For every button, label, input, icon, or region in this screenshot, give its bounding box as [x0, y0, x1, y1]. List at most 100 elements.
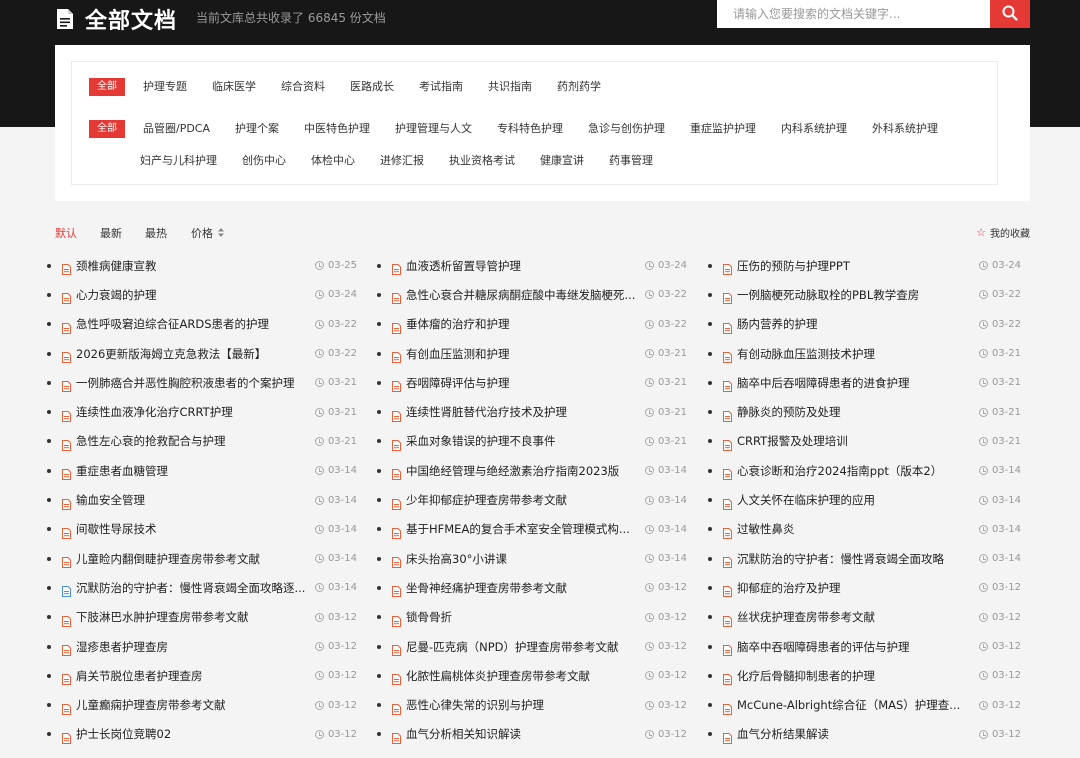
- document-list-item[interactable]: 压伤的预防与护理PPT 03-24: [708, 251, 1021, 280]
- category-tag[interactable]: 健康宣讲: [540, 152, 584, 170]
- document-title[interactable]: 床头抬高30°小讲课: [406, 551, 507, 567]
- document-list-item[interactable]: 锁骨骨折 03-12: [377, 603, 687, 632]
- document-title[interactable]: 丝状疣护理查房带参考文献: [737, 609, 875, 625]
- sort-latest[interactable]: 最新: [100, 225, 122, 241]
- sort-price[interactable]: 价格: [191, 225, 224, 241]
- document-title[interactable]: 急性左心衰的抢救配合与护理: [76, 433, 226, 449]
- document-title[interactable]: 湿疹患者护理查房: [76, 639, 168, 655]
- document-title[interactable]: 压伤的预防与护理PPT: [737, 258, 850, 274]
- document-title[interactable]: 血液透析留置导管护理: [406, 258, 521, 274]
- document-title[interactable]: 静脉炎的预防及处理: [737, 404, 841, 420]
- document-list-item[interactable]: 有创动脉血压监测技术护理 03-21: [708, 339, 1021, 368]
- document-list-item[interactable]: 儿童癫痫护理查房带参考文献 03-12: [47, 690, 357, 719]
- document-title[interactable]: 化疗后骨髓抑制患者的护理: [737, 668, 875, 684]
- document-title[interactable]: 急性呼吸窘迫综合征ARDS患者的护理: [76, 316, 269, 332]
- document-list-item[interactable]: 血液透析留置导管护理 03-24: [377, 251, 687, 280]
- my-favorites-link[interactable]: ☆ 我的收藏: [976, 225, 1030, 240]
- document-list-item[interactable]: 过敏性鼻炎 03-14: [708, 515, 1021, 544]
- document-title[interactable]: 基于HFMEA的复合手术室安全管理模式构...: [406, 521, 630, 537]
- document-list-item[interactable]: McCune-Albright综合征（MAS）护理查... 03-12: [708, 690, 1021, 719]
- document-title[interactable]: 间歇性导尿技术: [76, 521, 157, 537]
- document-title[interactable]: McCune-Albright综合征（MAS）护理查...: [737, 697, 960, 713]
- document-title[interactable]: 有创动脉血压监测技术护理: [737, 346, 875, 362]
- document-list-item[interactable]: 儿童睑内翻倒睫护理查房带参考文献 03-14: [47, 544, 357, 573]
- document-title[interactable]: 吞咽障碍评估与护理: [406, 375, 510, 391]
- document-title[interactable]: 沉默防治的守护者：慢性肾衰竭全面攻略: [737, 551, 944, 567]
- document-list-item[interactable]: 化疗后骨髓抑制患者的护理 03-12: [708, 661, 1021, 690]
- category-tag[interactable]: 考试指南: [419, 78, 463, 96]
- document-list-item[interactable]: 坐骨神经痛护理查房带参考文献 03-12: [377, 573, 687, 602]
- document-list-item[interactable]: 垂体瘤的治疗和护理 03-22: [377, 310, 687, 339]
- category-tag[interactable]: 共识指南: [488, 78, 532, 96]
- document-title[interactable]: 尼曼-匹克病（NPD）护理查房带参考文献: [406, 639, 619, 655]
- document-list-item[interactable]: 心力衰竭的护理 03-24: [47, 280, 357, 309]
- document-title[interactable]: 化脓性扁桃体炎护理查房带参考文献: [406, 668, 590, 684]
- document-title[interactable]: 一例脑梗死动脉取栓的PBL教学查房: [737, 287, 919, 303]
- sort-default[interactable]: 默认: [55, 225, 77, 241]
- search-input[interactable]: [717, 0, 990, 28]
- category-tag[interactable]: 专科特色护理: [497, 120, 563, 138]
- document-list-item[interactable]: 脑卒中后吞咽障碍患者的进食护理 03-21: [708, 368, 1021, 397]
- document-list-item[interactable]: 少年抑郁症护理查房带参考文献 03-14: [377, 485, 687, 514]
- document-list-item[interactable]: 连续性肾脏替代治疗技术及护理 03-21: [377, 397, 687, 426]
- document-title[interactable]: 采血对象错误的护理不良事件: [406, 433, 556, 449]
- document-title[interactable]: 锁骨骨折: [406, 609, 452, 625]
- document-list-item[interactable]: 丝状疣护理查房带参考文献 03-12: [708, 603, 1021, 632]
- document-list-item[interactable]: 2026更新版海姆立克急救法【最新】 03-22: [47, 339, 357, 368]
- document-title[interactable]: 人文关怀在临床护理的应用: [737, 492, 875, 508]
- category-tag[interactable]: 内科系统护理: [781, 120, 847, 138]
- document-list-item[interactable]: 急性心衰合并糖尿病酮症酸中毒继发脑梗死... 03-22: [377, 280, 687, 309]
- document-list-item[interactable]: 人文关怀在临床护理的应用 03-14: [708, 485, 1021, 514]
- secondary-all-tag[interactable]: 全部: [89, 120, 125, 138]
- document-list-item[interactable]: 沉默防治的守护者：慢性肾衰竭全面攻略 03-14: [708, 544, 1021, 573]
- document-title[interactable]: 心衰诊断和治疗2024指南ppt（版本2）: [737, 463, 942, 479]
- document-list-item[interactable]: 心衰诊断和治疗2024指南ppt（版本2） 03-14: [708, 456, 1021, 485]
- category-tag[interactable]: 临床医学: [212, 78, 256, 96]
- category-tag[interactable]: 综合资料: [281, 78, 325, 96]
- document-list-item[interactable]: 沉默防治的守护者：慢性肾衰竭全面攻略逐... 03-14: [47, 573, 357, 602]
- document-list-item[interactable]: 血气分析结果解读 03-12: [708, 720, 1021, 749]
- document-title[interactable]: 输血安全管理: [76, 492, 145, 508]
- document-list-item[interactable]: 连续性血液净化治疗CRRT护理 03-21: [47, 397, 357, 426]
- document-list-item[interactable]: 中国绝经管理与绝经激素治疗指南2023版 03-14: [377, 456, 687, 485]
- document-title[interactable]: 坐骨神经痛护理查房带参考文献: [406, 580, 567, 596]
- document-title[interactable]: 肠内营养的护理: [737, 316, 818, 332]
- document-title[interactable]: 血气分析结果解读: [737, 726, 829, 742]
- document-title[interactable]: CRRT报警及处理培训: [737, 433, 848, 449]
- category-tag[interactable]: 进修汇报: [380, 152, 424, 170]
- document-list-item[interactable]: 输血安全管理 03-14: [47, 485, 357, 514]
- document-title[interactable]: 过敏性鼻炎: [737, 521, 795, 537]
- document-list-item[interactable]: 基于HFMEA的复合手术室安全管理模式构... 03-14: [377, 515, 687, 544]
- category-tag[interactable]: 药剂药学: [557, 78, 601, 96]
- category-tag[interactable]: 护理个案: [235, 120, 279, 138]
- document-title[interactable]: 急性心衰合并糖尿病酮症酸中毒继发脑梗死...: [406, 287, 635, 303]
- document-list-item[interactable]: 颈椎病健康宣教 03-25: [47, 251, 357, 280]
- category-tag[interactable]: 护理专题: [143, 78, 187, 96]
- category-tag[interactable]: 药事管理: [609, 152, 653, 170]
- document-list-item[interactable]: 一例肺癌合并恶性胸腔积液患者的个案护理 03-21: [47, 368, 357, 397]
- document-list-item[interactable]: 重症患者血糖管理 03-14: [47, 456, 357, 485]
- category-tag[interactable]: 中医特色护理: [304, 120, 370, 138]
- category-tag[interactable]: 执业资格考试: [449, 152, 515, 170]
- document-title[interactable]: 脑卒中吞咽障碍患者的评估与护理: [737, 639, 910, 655]
- document-list-item[interactable]: CRRT报警及处理培训 03-21: [708, 427, 1021, 456]
- document-list-item[interactable]: 湿疹患者护理查房 03-12: [47, 632, 357, 661]
- document-title[interactable]: 抑郁症的治疗及护理: [737, 580, 841, 596]
- document-title[interactable]: 颈椎病健康宣教: [76, 258, 157, 274]
- document-title[interactable]: 沉默防治的守护者：慢性肾衰竭全面攻略逐...: [76, 580, 305, 596]
- document-title[interactable]: 一例肺癌合并恶性胸腔积液患者的个案护理: [76, 375, 295, 391]
- document-title[interactable]: 儿童睑内翻倒睫护理查房带参考文献: [76, 551, 260, 567]
- document-list-item[interactable]: 静脉炎的预防及处理 03-21: [708, 397, 1021, 426]
- document-list-item[interactable]: 抑郁症的治疗及护理 03-12: [708, 573, 1021, 602]
- primary-all-tag[interactable]: 全部: [89, 78, 125, 96]
- document-list-item[interactable]: 间歇性导尿技术 03-14: [47, 515, 357, 544]
- document-list-item[interactable]: 吞咽障碍评估与护理 03-21: [377, 368, 687, 397]
- document-list-item[interactable]: 肠内营养的护理 03-22: [708, 310, 1021, 339]
- document-list-item[interactable]: 有创血压监测和护理 03-21: [377, 339, 687, 368]
- document-list-item[interactable]: 恶性心律失常的识别与护理 03-12: [377, 690, 687, 719]
- document-title[interactable]: 重症患者血糖管理: [76, 463, 168, 479]
- document-title[interactable]: 下肢淋巴水肿护理查房带参考文献: [76, 609, 249, 625]
- document-title[interactable]: 2026更新版海姆立克急救法【最新】: [76, 346, 266, 362]
- document-title[interactable]: 护士长岗位竞聘02: [76, 726, 171, 742]
- category-tag[interactable]: 体检中心: [311, 152, 355, 170]
